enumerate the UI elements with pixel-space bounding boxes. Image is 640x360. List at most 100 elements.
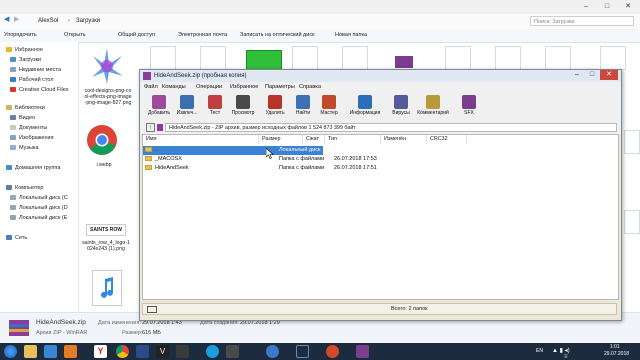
nav-documents[interactable]: Документы: [10, 124, 47, 132]
clock-time[interactable]: 1:01: [610, 344, 620, 350]
sfx-button[interactable]: SFX: [456, 94, 482, 121]
comment-button[interactable]: Комментарий: [416, 94, 450, 121]
test-button[interactable]: Тест: [202, 94, 228, 121]
menu-operations[interactable]: Операции: [196, 82, 222, 92]
audio-file-icon[interactable]: [92, 270, 122, 306]
new-folder-button[interactable]: Новая папка: [335, 31, 367, 40]
settings-icon[interactable]: [226, 345, 239, 358]
tray-icons[interactable]: ▲ ▮ ◂): [552, 347, 570, 354]
audio-file-icon[interactable]: [342, 46, 368, 70]
nav-downloads[interactable]: Загрузки: [10, 56, 41, 64]
nav-desktop[interactable]: Рабочий стол: [10, 76, 54, 84]
organize-button[interactable]: Упорядочить: [4, 31, 37, 40]
column-name[interactable]: Имя: [143, 135, 259, 144]
start-button-icon[interactable]: [4, 345, 17, 358]
delete-button[interactable]: Удалить: [262, 94, 288, 121]
burn-button[interactable]: Записать на оптический диск: [240, 31, 314, 40]
nav-computer[interactable]: Компьютер: [6, 184, 43, 192]
maximize-icon[interactable]: □: [585, 70, 599, 80]
close-icon[interactable]: ✕: [618, 1, 638, 12]
audio-file-icon[interactable]: [545, 46, 571, 70]
maximize-icon[interactable]: □: [597, 1, 617, 12]
image-file-icon[interactable]: [90, 46, 124, 86]
archive-path-field[interactable]: HideAndSeek.zip - ZIP архив, размер исхо…: [165, 123, 617, 132]
movie-icon[interactable]: [176, 345, 189, 358]
menu-file[interactable]: Файл: [144, 82, 158, 92]
winrar-archive-icon: [8, 318, 30, 338]
minimize-icon[interactable]: –: [570, 70, 584, 80]
winrar-icon[interactable]: [356, 345, 369, 358]
table-row[interactable]: _MACOSX Папка с файлами 26.07.2018 17:53: [143, 155, 616, 164]
column-type[interactable]: Тип: [325, 135, 381, 144]
menu-favorites[interactable]: Избранное: [230, 82, 258, 92]
forward-icon[interactable]: ▶: [14, 15, 19, 23]
audio-file-icon[interactable]: [624, 130, 640, 154]
video-file-icon[interactable]: [246, 50, 282, 70]
wizard-button[interactable]: Мастер: [316, 94, 342, 121]
info-button[interactable]: Информация: [348, 94, 382, 121]
language-indicator[interactable]: EN: [536, 348, 543, 354]
menu-options[interactable]: Параметры: [265, 82, 295, 92]
column-crc32[interactable]: CRC32: [427, 135, 467, 144]
row-name: HideAndSeek: [145, 164, 189, 173]
comment-icon: [426, 95, 440, 109]
nav-libraries[interactable]: Библиотеки: [6, 104, 45, 112]
audio-file-icon[interactable]: [200, 46, 226, 70]
photoshop-icon[interactable]: [136, 345, 149, 358]
virus-scan-button[interactable]: Вирусы: [388, 94, 414, 121]
minimize-icon[interactable]: –: [576, 1, 596, 12]
column-packed[interactable]: Сжат: [303, 135, 325, 144]
close-icon[interactable]: ✕: [600, 70, 618, 80]
audio-file-icon[interactable]: [624, 210, 640, 234]
vegas-icon[interactable]: V: [156, 345, 169, 358]
nav-pictures[interactable]: Изображения: [10, 134, 54, 142]
libraries-icon: [6, 105, 12, 111]
explorer-icon[interactable]: [24, 345, 37, 358]
media-player-icon[interactable]: [64, 345, 77, 358]
nav-recent[interactable]: Недавние места: [10, 66, 61, 74]
view-button[interactable]: Просмотр: [230, 94, 256, 121]
clock-date[interactable]: 29.07.2018: [604, 351, 629, 357]
column-modified[interactable]: Изменён: [381, 135, 427, 144]
yandex-icon[interactable]: Y: [94, 345, 107, 358]
nav-drive-c[interactable]: Локальный диск (C: [10, 194, 68, 202]
image-file-icon[interactable]: SAINTS ROW: [86, 224, 126, 236]
up-folder-icon[interactable]: ↑: [146, 123, 155, 132]
share-button[interactable]: Общий доступ: [118, 31, 155, 40]
nav-music[interactable]: Музыка: [10, 144, 38, 152]
audio-file-icon[interactable]: [495, 46, 521, 70]
nav-network[interactable]: Сеть: [6, 234, 27, 242]
extract-button[interactable]: Извлеч...: [174, 94, 200, 121]
menu-help[interactable]: Справка: [299, 82, 321, 92]
open-button[interactable]: Открыть: [64, 31, 86, 40]
breadcrumb-downloads[interactable]: Загрузки: [76, 16, 100, 26]
nav-creative-cloud[interactable]: Creative Cloud Files: [10, 86, 69, 94]
find-button[interactable]: Найти: [290, 94, 316, 121]
table-row[interactable]: HideAndSeek Папка с файлами 26.07.2018 1…: [143, 164, 616, 173]
audio-file-icon[interactable]: [600, 46, 626, 70]
steam-icon[interactable]: [296, 345, 309, 358]
archive-file-icon[interactable]: [395, 56, 413, 68]
chrome-icon[interactable]: [116, 345, 129, 358]
menu-commands[interactable]: Команды: [162, 82, 186, 92]
breadcrumb-user[interactable]: AlexSol: [38, 16, 58, 26]
column-size[interactable]: Размер: [259, 135, 303, 144]
add-button[interactable]: Добавить: [146, 94, 172, 121]
bandicam-icon[interactable]: [326, 345, 339, 358]
nav-drive-d[interactable]: Локальный диск (D: [10, 204, 68, 212]
globe-icon[interactable]: [266, 345, 279, 358]
table-row[interactable]: .. Локальный диск: [143, 146, 616, 155]
nav-video[interactable]: Видео: [10, 114, 35, 122]
ie-icon[interactable]: [44, 345, 57, 358]
nav-favorites[interactable]: Избранное: [6, 46, 43, 54]
nav-drive-e[interactable]: Локальный диск (E: [10, 214, 67, 222]
audio-file-icon[interactable]: [292, 46, 318, 70]
audio-file-icon[interactable]: [150, 46, 176, 70]
nav-homegroup[interactable]: Домашняя группа: [6, 164, 60, 172]
search-input[interactable]: Поиск: Загрузки: [530, 16, 634, 26]
email-button[interactable]: Электронная почта: [178, 31, 227, 40]
audio-file-icon[interactable]: [445, 46, 471, 70]
chrome-file-icon[interactable]: [86, 124, 118, 156]
skype-icon[interactable]: [206, 345, 219, 358]
back-icon[interactable]: ◀: [4, 15, 9, 23]
